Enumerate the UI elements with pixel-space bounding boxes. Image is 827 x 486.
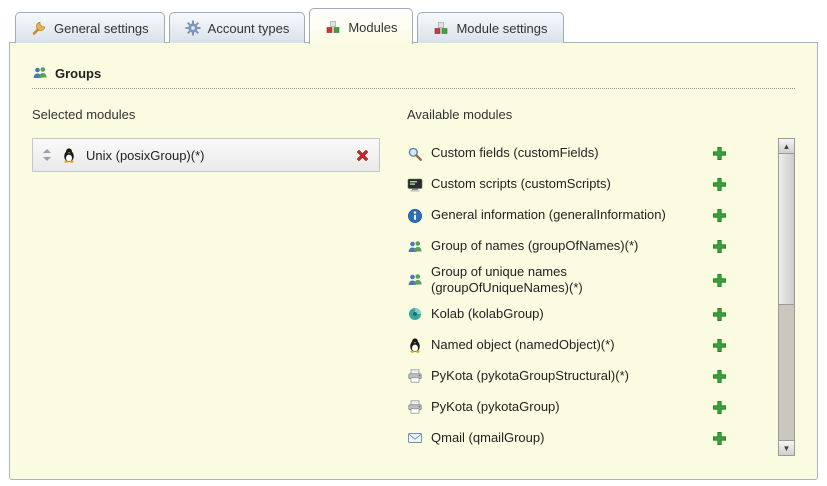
- selected-module-row[interactable]: Unix (posixGroup)(*): [32, 138, 380, 172]
- tab-bar: General settings Account types Modules M…: [15, 8, 818, 43]
- section-header: Groups: [32, 65, 795, 89]
- gear-icon: [185, 20, 201, 36]
- mail-icon: [407, 430, 423, 446]
- section-title: Groups: [55, 66, 101, 81]
- available-module-row: Custom scripts (customScripts): [407, 169, 778, 200]
- tab-label: General settings: [54, 21, 149, 36]
- lam-configuration-page: General settings Account types Modules M…: [0, 0, 827, 480]
- available-module-label: Kolab (kolabGroup): [431, 306, 703, 322]
- tab-general-settings[interactable]: General settings: [15, 12, 165, 43]
- available-module-label: Named object (namedObject)(*): [431, 337, 703, 353]
- modules-icon: [433, 20, 449, 36]
- add-module-button[interactable]: [711, 368, 727, 384]
- available-module-row: Group of unique names (groupOfUniqueName…: [407, 262, 778, 299]
- available-modules-list: Custom fields (customFields) Custom scrip…: [407, 138, 778, 456]
- available-module-label: Custom scripts (customScripts): [431, 176, 703, 192]
- remove-module-button[interactable]: [354, 147, 370, 163]
- scrollbar[interactable]: ▲ ▼: [778, 138, 795, 456]
- scrollbar-thumb[interactable]: [778, 153, 795, 305]
- available-module-row: Kolab (kolabGroup): [407, 299, 778, 330]
- scrollbar-track[interactable]: [779, 153, 794, 440]
- printer-icon: [407, 399, 423, 415]
- add-module-button[interactable]: [711, 399, 727, 415]
- available-module-row: General information (generalInformation): [407, 200, 778, 231]
- available-module-label: PyKota (pykotaGroup): [431, 399, 703, 415]
- groups-icon: [32, 65, 48, 81]
- add-module-button[interactable]: [711, 337, 727, 353]
- scroll-up-button[interactable]: ▲: [778, 138, 795, 154]
- group-icon: [407, 272, 423, 288]
- available-modules-column: Available modules Custom fields (customF…: [407, 107, 795, 456]
- add-module-button[interactable]: [711, 272, 727, 288]
- add-module-button[interactable]: [711, 430, 727, 446]
- drag-handle-icon[interactable]: [42, 147, 52, 163]
- info-icon: [407, 208, 423, 224]
- available-module-label: PyKota (pykotaGroupStructural)(*): [431, 368, 703, 384]
- add-module-button[interactable]: [711, 146, 727, 162]
- available-module-row: Custom fields (customFields): [407, 138, 778, 169]
- available-modules-heading: Available modules: [407, 107, 795, 122]
- kolab-icon: [407, 306, 423, 322]
- tab-module-settings[interactable]: Module settings: [417, 12, 563, 43]
- available-module-row: Qmail (qmailGroup): [407, 423, 778, 454]
- modules-icon: [325, 19, 341, 35]
- available-module-label: Custom fields (customFields): [431, 145, 703, 161]
- selected-module-label: Unix (posixGroup)(*): [86, 148, 345, 163]
- add-module-button[interactable]: [711, 177, 727, 193]
- add-module-button[interactable]: [711, 306, 727, 322]
- selected-modules-heading: Selected modules: [32, 107, 407, 122]
- tab-account-types[interactable]: Account types: [169, 12, 306, 43]
- tux-icon: [61, 147, 77, 163]
- tab-label: Module settings: [456, 21, 547, 36]
- available-module-label: Group of unique names (groupOfUniqueName…: [431, 264, 703, 297]
- available-module-row: Named object (namedObject)(*): [407, 330, 778, 361]
- available-module-row: Group of names (groupOfNames)(*): [407, 231, 778, 262]
- add-module-button[interactable]: [711, 208, 727, 224]
- printer-icon: [407, 368, 423, 384]
- group-icon: [407, 239, 423, 255]
- modules-columns: Selected modules Unix (posixGroup)(*) Av…: [32, 107, 795, 456]
- available-module-label: Qmail (qmailGroup): [431, 430, 703, 446]
- wrench-icon: [31, 20, 47, 36]
- tux-icon: [407, 337, 423, 353]
- tab-label: Modules: [348, 20, 397, 35]
- selected-modules-column: Selected modules Unix (posixGroup)(*): [32, 107, 407, 456]
- modules-panel: Groups Selected modules Unix (posixGroup…: [9, 42, 818, 480]
- available-module-label: Group of names (groupOfNames)(*): [431, 238, 703, 254]
- available-modules-area: Custom fields (customFields) Custom scrip…: [407, 138, 795, 456]
- available-module-row: PyKota (pykotaGroup): [407, 392, 778, 423]
- available-module-label: General information (generalInformation): [431, 207, 703, 223]
- script-icon: [407, 177, 423, 193]
- available-module-row: PyKota (pykotaGroupStructural)(*): [407, 361, 778, 392]
- magnifier-icon: [407, 146, 423, 162]
- selected-modules-list: Unix (posixGroup)(*): [32, 138, 407, 172]
- add-module-button[interactable]: [711, 239, 727, 255]
- tab-label: Account types: [208, 21, 290, 36]
- scroll-down-button[interactable]: ▼: [778, 440, 795, 456]
- tab-modules[interactable]: Modules: [309, 8, 413, 44]
